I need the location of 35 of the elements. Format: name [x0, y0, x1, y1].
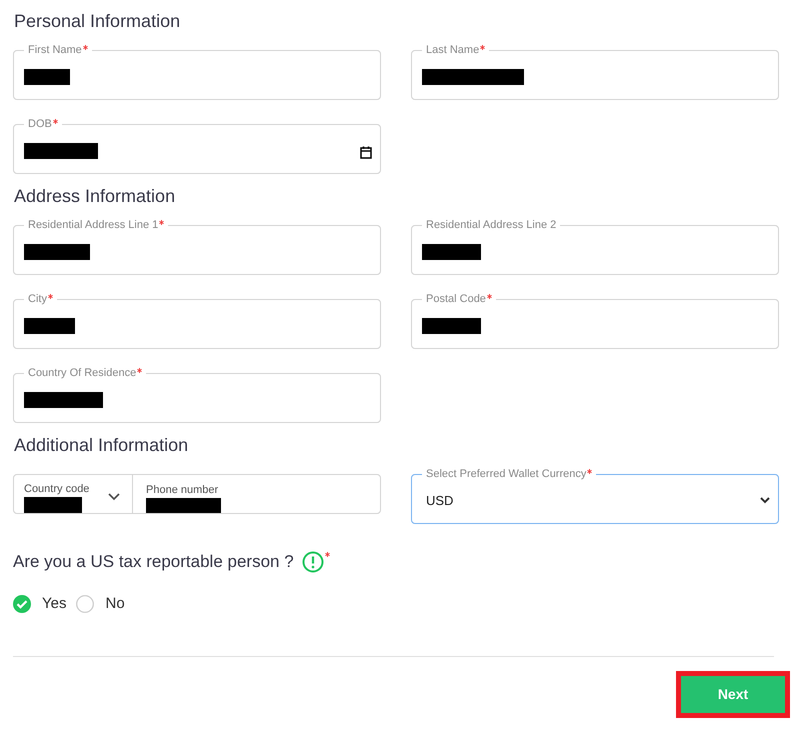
field-label: DOB: [28, 118, 52, 130]
chevron-down-icon: [760, 496, 770, 504]
section-heading: Address Information: [13, 185, 176, 207]
field-label: Last Name: [426, 44, 480, 56]
info-icon[interactable]: [302, 550, 324, 573]
field-label: Residential Address Line 2: [426, 219, 556, 231]
field-label: Country code: [24, 483, 90, 496]
radio-empty-icon[interactable]: [76, 594, 94, 613]
calendar-icon[interactable]: [360, 146, 372, 158]
section-heading: Personal Information: [13, 10, 182, 32]
radio-option[interactable]: Yes: [13, 592, 66, 615]
currency-select[interactable]: Select Preferred Wallet Currency USD: [411, 468, 779, 524]
question-text: Are you a US tax reportable person ?: [13, 551, 294, 573]
field-label: Country Of Residence: [28, 367, 136, 379]
field-label: Residential Address Line 1: [28, 219, 158, 231]
phone-field[interactable]: Country code Phone number: [13, 474, 381, 514]
input-field[interactable]: First Name: [13, 44, 381, 100]
field-label: First Name: [28, 44, 82, 56]
input-field[interactable]: Country Of Residence: [13, 367, 381, 423]
radio-option[interactable]: No: [76, 592, 125, 615]
radio-checked-icon[interactable]: [13, 594, 31, 613]
field-label: City: [28, 293, 47, 305]
field-label: Phone number: [146, 484, 220, 497]
next-button[interactable]: Next: [676, 671, 790, 718]
section-heading: Additional Information: [13, 434, 190, 456]
field-label: Postal Code: [426, 293, 486, 305]
selected-value: USD: [425, 493, 454, 508]
input-field[interactable]: Residential Address Line 2: [411, 219, 779, 275]
field-label: Select Preferred Wallet Currency: [426, 468, 586, 480]
input-field[interactable]: Residential Address Line 1: [13, 219, 381, 275]
input-field[interactable]: Last Name: [411, 44, 779, 100]
input-field[interactable]: Postal Code: [411, 293, 779, 349]
input-field[interactable]: City: [13, 293, 381, 349]
input-field[interactable]: DOB: [13, 118, 381, 174]
chevron-down-icon: [108, 493, 120, 501]
